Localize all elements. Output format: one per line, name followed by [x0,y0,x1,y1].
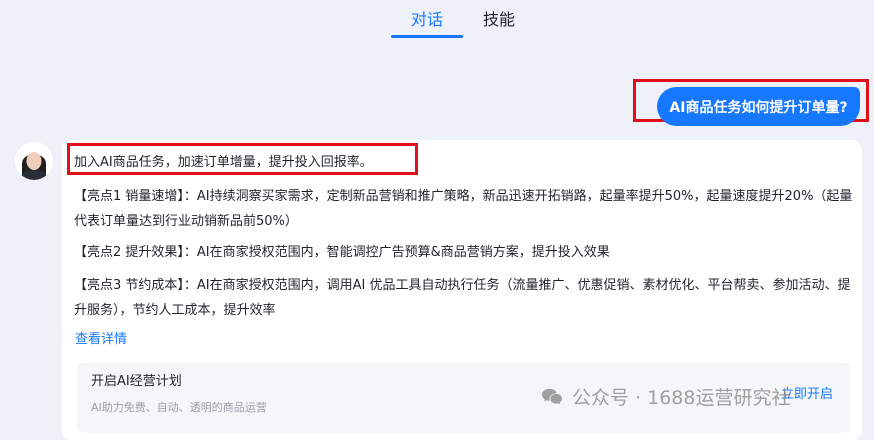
answer-point-3: 【亮点3 节约成本】：AI在商家授权范围内，调用AI 优品工具自动执行任务（流量… [74,278,851,318]
answer-headline: 加入AI商品任务，加速订单增量，提升投入回报率。 [74,155,373,170]
answer-point-1: 【亮点1 销量速增】：AI持续洞察买家需求，定制新品营销和推广策略，新品迅速开拓… [74,189,853,229]
active-tab-indicator [391,35,463,38]
ai-plan-subtitle: AI助力免费、自动、透明的商品运营 [91,401,267,414]
view-details-link[interactable]: 查看详情 [75,331,127,349]
user-message-bubble: AI商品任务如何提升订单量? [657,87,860,126]
wechat-icon [542,388,562,405]
watermark-text: 公众号 · 1688运营研究社 [572,386,791,409]
user-message-text: AI商品任务如何提升订单量? [669,99,848,116]
answer-point-2: 【亮点2 提升效果】：AI在商家授权范围内，智能调控广告预算&商品营销方案，提升… [74,245,610,260]
top-tabs: 对话 技能 [0,0,874,40]
watermark: 公众号 · 1688运营研究社 [540,380,790,412]
ai-plan-title: 开启AI经营计划 [91,374,182,389]
assistant-avatar [15,142,53,180]
tab-skills[interactable]: 技能 [483,9,515,31]
tab-chat[interactable]: 对话 [391,9,463,31]
assistant-avatar-image [15,142,53,180]
